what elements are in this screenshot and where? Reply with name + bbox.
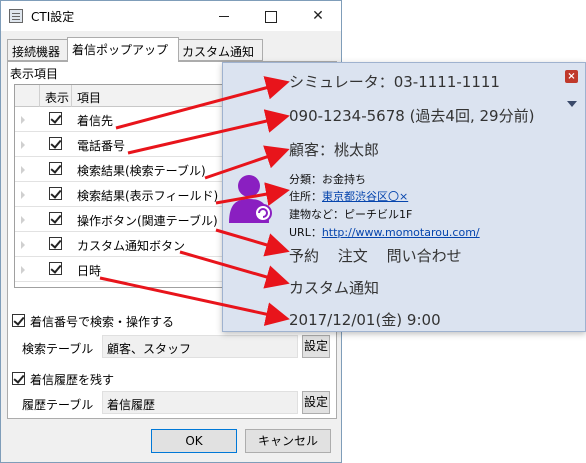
row-handle-icon (21, 216, 25, 224)
row-label: 電話番号 (77, 139, 126, 153)
popup-action-buttons: 予約 注文 問い合わせ (289, 245, 476, 266)
title-bar: CTI設定 ✕ (1, 1, 341, 31)
window-title: CTI設定 (31, 10, 75, 24)
display-items-grid: 表示 項目 着信先 電話番号 検索結果(検索テーブル) 検索結果(表示フィールド… (14, 84, 240, 288)
search-by-number-label: 着信番号で検索・操作する (30, 315, 175, 329)
history-table-label: 履歴テーブル (22, 398, 94, 412)
history-table-set-button[interactable]: 設定 (302, 391, 330, 414)
show-checkbox[interactable] (49, 237, 62, 250)
tab-incoming-popup[interactable]: 着信ポップアップ (67, 37, 179, 62)
popup-menu-chevron-icon[interactable] (567, 101, 577, 107)
cancel-button[interactable]: キャンセル (245, 429, 331, 453)
row-label: 日時 (77, 264, 102, 278)
order-button[interactable]: 注文 (338, 247, 368, 265)
app-icon (9, 9, 23, 23)
row-label: カスタム通知ボタン (77, 239, 186, 253)
search-table-set-button[interactable]: 設定 (302, 335, 330, 358)
show-checkbox[interactable] (49, 187, 62, 200)
table-row[interactable]: 操作ボタン(関連テーブル) (15, 207, 239, 232)
popup-url: URL：http://www.momotarou.com/ (289, 224, 480, 240)
section-label: 表示項目 (10, 67, 59, 81)
grid-header: 表示 項目 (15, 85, 239, 107)
popup-address: 住所：東京都渋谷区〇× (289, 188, 408, 204)
table-row[interactable]: 日時 (15, 257, 239, 282)
address-link[interactable]: 東京都渋谷区〇× (322, 190, 408, 203)
search-table-label: 検索テーブル (22, 342, 94, 356)
maximize-button[interactable] (247, 1, 293, 31)
url-label: URL： (289, 226, 322, 239)
inquiry-button[interactable]: 問い合わせ (387, 247, 462, 265)
tab-custom-notice[interactable]: カスタム通知 (177, 39, 263, 61)
url-link[interactable]: http://www.momotarou.com/ (322, 226, 480, 239)
row-handle-icon (21, 141, 25, 149)
minimize-button[interactable] (201, 1, 247, 31)
row-handle-icon (21, 166, 25, 174)
show-checkbox[interactable] (49, 137, 62, 150)
row-label: 着信先 (77, 114, 114, 128)
row-handle-icon (21, 191, 25, 199)
table-row[interactable]: 電話番号 (15, 132, 239, 157)
table-row[interactable]: カスタム通知ボタン (15, 232, 239, 257)
close-button[interactable]: ✕ (295, 1, 341, 31)
popup-phone-number: 090-1234-5678 (過去4回, 29分前) (289, 107, 535, 125)
custom-notice-button[interactable]: カスタム通知 (289, 277, 379, 298)
reserve-button[interactable]: 予約 (289, 247, 319, 265)
search-table-field[interactable]: 顧客、スタッフ (102, 335, 298, 358)
column-item: 項目 (77, 91, 102, 105)
column-show: 表示 (45, 91, 70, 105)
popup-category: 分類：お金持ち (289, 173, 366, 186)
row-handle-icon (21, 266, 25, 274)
keep-history-checkbox[interactable] (12, 372, 25, 385)
show-checkbox[interactable] (49, 112, 62, 125)
row-label: 操作ボタン(関連テーブル) (77, 214, 218, 228)
table-row[interactable]: 着信先 (15, 107, 239, 132)
ok-button[interactable]: OK (151, 429, 237, 453)
avatar-icon (229, 175, 272, 223)
search-by-number-checkbox[interactable] (12, 314, 25, 327)
show-checkbox[interactable] (49, 212, 62, 225)
popup-customer: 顧客：桃太郎 (289, 141, 380, 159)
row-label: 検索結果(検索テーブル) (77, 164, 206, 178)
show-checkbox[interactable] (49, 162, 62, 175)
address-label: 住所： (289, 190, 322, 203)
row-handle-icon (21, 241, 25, 249)
popup-building: 建物など：ピーチビル1F (289, 208, 413, 221)
table-row[interactable]: 検索結果(検索テーブル) (15, 157, 239, 182)
incoming-call-popup: × シミュレータ：03-1111-1111 090-1234-5678 (過去4… (222, 62, 586, 332)
history-table-field[interactable]: 着信履歴 (102, 391, 298, 414)
tab-devices[interactable]: 接続機器 (7, 39, 69, 61)
show-checkbox[interactable] (49, 262, 62, 275)
row-label: 検索結果(表示フィールド) (77, 189, 219, 203)
popup-destination: シミュレータ：03-1111-1111 (289, 73, 500, 91)
row-handle-icon (21, 116, 25, 124)
popup-datetime: 2017/12/01(金) 9:00 (289, 311, 441, 329)
keep-history-label: 着信履歴を残す (30, 373, 115, 387)
popup-close-icon[interactable]: × (565, 70, 578, 83)
table-row[interactable]: 検索結果(表示フィールド) (15, 182, 239, 207)
